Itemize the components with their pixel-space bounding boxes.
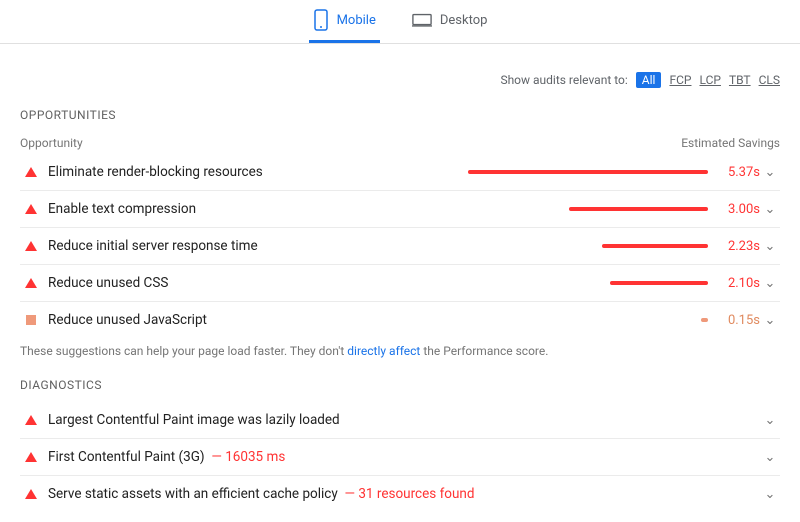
tab-desktop[interactable]: Desktop (408, 0, 492, 43)
device-tabs: Mobile Desktop (0, 0, 800, 44)
savings-bar-track (468, 281, 708, 285)
diagnostic-row[interactable]: Largest Contentful Paint image was lazil… (20, 402, 780, 439)
savings-bar-track (468, 318, 708, 322)
col-estimated-savings: Estimated Savings (681, 136, 780, 150)
desktop-icon (412, 13, 432, 27)
filter-all[interactable]: All (636, 72, 662, 88)
chevron-down-icon: ⌄ (760, 487, 780, 502)
severity-icon (20, 489, 42, 499)
savings-bar-track (468, 207, 708, 211)
filter-cls[interactable]: CLS (759, 73, 780, 87)
chevron-down-icon: ⌄ (760, 239, 780, 254)
diagnostic-row[interactable]: Serve static assets with an efficient ca… (20, 476, 780, 512)
opportunity-row[interactable]: Reduce unused JavaScript 0.15s⌄ (20, 302, 780, 338)
opportunities-col-headers: Opportunity Estimated Savings (20, 136, 780, 150)
diagnostic-metric: — 16035 ms (211, 449, 285, 465)
opportunity-label: Reduce initial server response time (42, 238, 468, 254)
chevron-down-icon: ⌄ (760, 450, 780, 465)
opportunities-list: Eliminate render-blocking resources 5.37s… (20, 154, 780, 338)
audit-filter-bar: Show audits relevant to: All FCP LCP TBT… (20, 72, 780, 88)
tab-mobile[interactable]: Mobile (309, 0, 380, 43)
chevron-down-icon: ⌄ (760, 413, 780, 428)
filter-fcp[interactable]: FCP (669, 73, 691, 87)
diagnostic-row[interactable]: First Contentful Paint (3G) — 16035 ms⌄ (20, 439, 780, 476)
opportunity-label: Enable text compression (42, 201, 468, 217)
severity-icon (20, 415, 42, 425)
opportunity-row[interactable]: Reduce initial server response time 2.23s… (20, 228, 780, 265)
mobile-icon (313, 9, 329, 31)
diagnostic-metric: — 31 resources found (344, 486, 474, 502)
severity-icon (20, 204, 42, 214)
diagnostic-label: Largest Contentful Paint image was lazil… (42, 412, 760, 428)
savings-bar-track (468, 170, 708, 174)
audit-filter-label: Show audits relevant to: (500, 73, 627, 87)
severity-icon (20, 278, 42, 288)
opportunity-label: Reduce unused JavaScript (42, 312, 468, 328)
estimated-savings: 5.37s (708, 165, 760, 180)
severity-icon (20, 452, 42, 462)
savings-bar (701, 318, 708, 322)
tab-mobile-label: Mobile (337, 13, 376, 28)
severity-icon (20, 167, 42, 177)
opportunity-row[interactable]: Reduce unused CSS 2.10s⌄ (20, 265, 780, 302)
filter-tbt[interactable]: TBT (729, 73, 751, 87)
opportunity-row[interactable]: Enable text compression 3.00s⌄ (20, 191, 780, 228)
savings-bar-track (468, 244, 708, 248)
diagnostics-list: Largest Contentful Paint image was lazil… (20, 402, 780, 512)
opportunity-row[interactable]: Eliminate render-blocking resources 5.37s… (20, 154, 780, 191)
opportunity-label: Eliminate render-blocking resources (42, 164, 468, 180)
chevron-down-icon: ⌄ (760, 202, 780, 217)
chevron-down-icon: ⌄ (760, 276, 780, 291)
filter-lcp[interactable]: LCP (699, 73, 720, 87)
estimated-savings: 2.23s (708, 239, 760, 254)
diagnostics-title: DIAGNOSTICS (20, 378, 780, 392)
estimated-savings: 3.00s (708, 202, 760, 217)
estimated-savings: 0.15s (708, 313, 760, 328)
savings-bar (610, 281, 708, 285)
severity-icon (20, 315, 42, 325)
chevron-down-icon: ⌄ (760, 313, 780, 328)
diagnostic-label: Serve static assets with an efficient ca… (42, 486, 760, 502)
savings-bar (569, 207, 708, 211)
opportunities-note: These suggestions can help your page loa… (20, 344, 780, 358)
opportunities-title: OPPORTUNITIES (20, 108, 780, 122)
estimated-savings: 2.10s (708, 276, 760, 291)
chevron-down-icon: ⌄ (760, 165, 780, 180)
diagnostic-label: First Contentful Paint (3G) — 16035 ms (42, 449, 760, 465)
directly-affect-link[interactable]: directly affect (347, 344, 420, 358)
col-opportunity: Opportunity (20, 136, 83, 150)
tab-desktop-label: Desktop (440, 13, 488, 28)
severity-icon (20, 241, 42, 251)
savings-bar (468, 170, 708, 174)
savings-bar (602, 244, 708, 248)
opportunity-label: Reduce unused CSS (42, 275, 468, 291)
